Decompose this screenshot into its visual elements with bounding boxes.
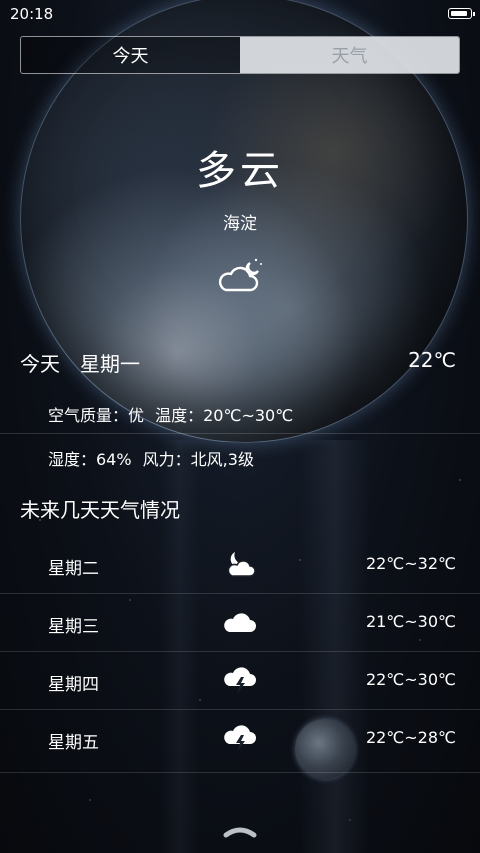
- cloud-icon: [224, 613, 256, 632]
- status-bar: 20:18: [0, 0, 480, 28]
- thunderstorm-icon: [224, 667, 256, 694]
- today-summary: 今天 星期一 22℃: [20, 348, 456, 376]
- thunderstorm-icon: [224, 725, 256, 752]
- humidity: 湿度：64%: [48, 450, 132, 469]
- today-detail-line2: 湿度：64% 风力：北风,3级: [48, 446, 260, 470]
- wind: 风力：北风,3级: [142, 450, 254, 469]
- status-time: 20:18: [10, 5, 54, 23]
- forecast-title: 未来几天天气情况: [20, 498, 180, 522]
- today-detail-line1: 空气质量：优 温度：20℃~30℃: [48, 402, 299, 426]
- forecast-row: 星期四 22℃~30℃: [0, 652, 480, 710]
- forecast-day: 星期二: [48, 559, 99, 579]
- tab-today[interactable]: 今天: [21, 37, 240, 73]
- forecast-row: 星期二 22℃~32℃: [0, 536, 480, 594]
- forecast-day: 星期五: [48, 733, 99, 753]
- moon-cloud-icon: [227, 552, 256, 577]
- forecast-range: 22℃~32℃: [365, 554, 456, 573]
- district-name: 海淀: [223, 214, 257, 234]
- forecast-day: 星期四: [48, 675, 99, 695]
- today-label: 今天: [20, 352, 60, 376]
- air-quality: 空气质量：优: [48, 406, 145, 425]
- forecast-row: 星期五 22℃~28℃: [0, 710, 480, 773]
- forecast-range: 22℃~30℃: [365, 670, 456, 689]
- pull-up-handle-icon[interactable]: [223, 824, 257, 838]
- today-temperature: 22℃: [408, 348, 456, 372]
- tab-weather[interactable]: 天气: [240, 37, 459, 73]
- forecast-day: 星期三: [48, 617, 99, 637]
- cloud-moon-icon: [218, 258, 262, 292]
- battery-icon: [448, 8, 475, 19]
- today-weekday: 星期一: [80, 352, 140, 376]
- temp-range: 温度：20℃~30℃: [155, 406, 294, 425]
- forecast-range: 22℃~28℃: [365, 728, 456, 747]
- divider: [0, 433, 480, 434]
- forecast-row: 星期三 21℃~30℃: [0, 594, 480, 652]
- tab-bar: 今天 天气: [20, 36, 460, 74]
- forecast-range: 21℃~30℃: [365, 612, 456, 631]
- current-condition: 多云: [196, 148, 284, 194]
